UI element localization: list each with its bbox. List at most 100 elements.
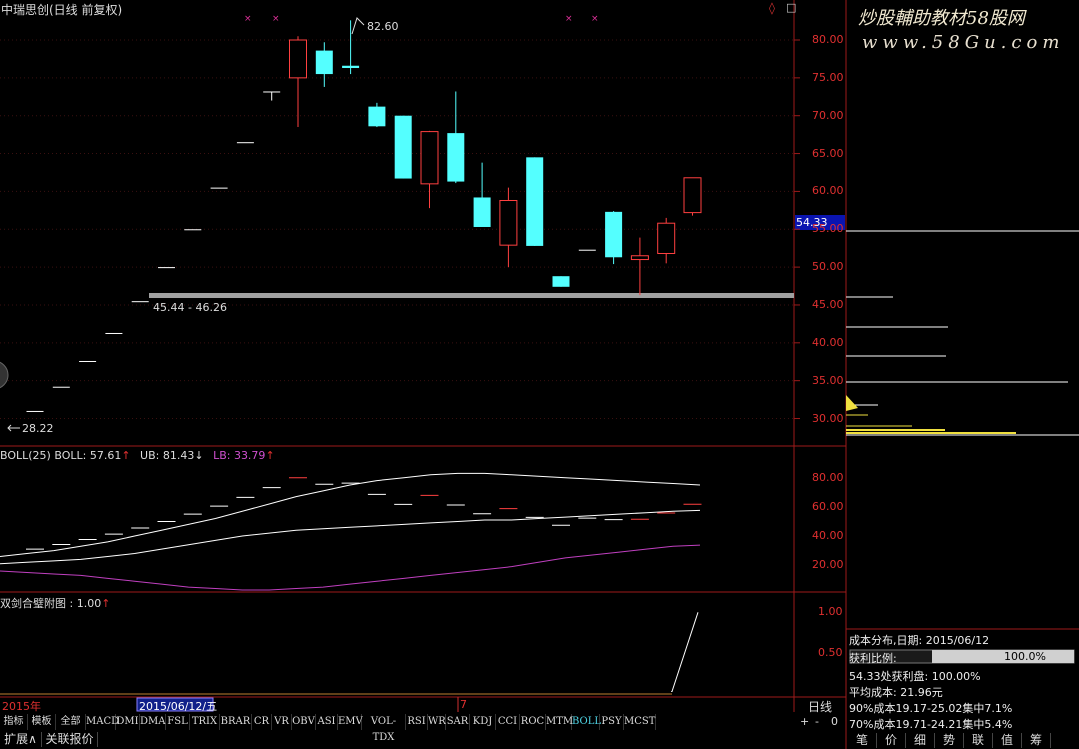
zoom-out-button[interactable]: - — [815, 715, 819, 728]
candle-body — [394, 115, 412, 179]
tab-指标[interactable]: 指标 — [0, 714, 28, 730]
expand-button[interactable]: 扩展∧ — [0, 732, 42, 747]
watermark-title: 炒股輔助教材58股网 — [858, 8, 1025, 29]
tab-mtm[interactable]: MTM — [546, 714, 573, 730]
candle-body — [131, 301, 149, 303]
tab-brar[interactable]: BRAR — [220, 714, 252, 730]
sub-title: 双剑合璧附图 : 1.00 — [0, 597, 102, 610]
cost-90: 90%成本19.17-25.02集中7.1% — [849, 702, 1013, 715]
support-range-label: 45.44 - 46.26 — [153, 301, 227, 314]
tab-模板[interactable]: 模板 — [28, 714, 56, 730]
up-arrow-icon: ↑ — [101, 597, 111, 610]
tab-cr[interactable]: CR — [252, 714, 272, 730]
right-tab-6[interactable]: 筹 — [1022, 733, 1051, 748]
candle-body — [26, 410, 44, 412]
candle-body — [630, 255, 649, 261]
low-price-label: 28.22 — [22, 422, 54, 435]
lb-value: LB: 33.79 — [213, 449, 266, 462]
indicator-tab-bar: 指标 模板 全部 MACD DMI DMA FSL TRIX BRAR CR VR OBV ASI EMV… — [0, 714, 794, 743]
cursor-date: 2015/06/12/五 — [139, 700, 218, 713]
avg-cost: 平均成本: 21.96元 — [849, 686, 943, 699]
cost-title: 成本分布,日期: 2015/06/12 — [849, 634, 990, 647]
price-tick-label: 70.00 — [812, 108, 844, 122]
candle-body — [657, 222, 676, 254]
related-quote-button[interactable]: 关联报价 — [42, 732, 98, 747]
tab-macd[interactable]: MACD — [86, 714, 119, 730]
candle-body — [683, 177, 702, 214]
tab-wr[interactable]: WR — [428, 714, 446, 730]
svg-text:×: × — [591, 14, 599, 24]
candle-body — [263, 91, 281, 93]
tab-obv[interactable]: OBV — [292, 714, 316, 730]
tab-mcst[interactable]: MCST — [624, 714, 656, 730]
tab-vol-tdx[interactable]: VOL-TDX — [362, 714, 406, 743]
support-band — [149, 293, 794, 298]
tab-boll[interactable]: BOLL — [572, 714, 601, 730]
right-tab-5[interactable]: 值 — [993, 733, 1022, 748]
candle-body — [526, 157, 544, 246]
zoom-in-button[interactable]: + — [800, 715, 809, 728]
profit-ratio-label: 获利比例: — [849, 652, 897, 665]
candle-body — [499, 199, 518, 246]
tab-dmi[interactable]: DMI — [116, 714, 140, 730]
close-icon[interactable]: □ — [786, 1, 796, 14]
tab-全部[interactable]: 全部 — [56, 714, 86, 730]
price-tick-label: 50.00 — [812, 260, 844, 274]
tab-fsl[interactable]: FSL — [166, 714, 190, 730]
candle-body — [184, 229, 202, 231]
candle-body — [342, 65, 360, 69]
price-tick-label: 75.00 — [812, 70, 844, 84]
candle-body — [289, 39, 307, 79]
scroll-knob — [0, 361, 9, 389]
tab-psy[interactable]: PSY — [600, 714, 624, 730]
period-label[interactable]: 日线 — [808, 698, 832, 715]
tab-dma[interactable]: DMA — [140, 714, 166, 730]
sub-tick-label: 1.00 — [818, 605, 843, 619]
boll-tick-label: 20.00 — [812, 558, 844, 572]
right-tab-2[interactable]: 细 — [906, 733, 935, 748]
tab-emv[interactable]: EMV — [338, 714, 363, 730]
boll-ub-line — [0, 472, 701, 557]
up-arrow-icon: ↑ — [265, 449, 275, 462]
tab-rsi[interactable]: RSI — [406, 714, 428, 730]
candle-body — [315, 50, 333, 75]
month-label: 7 — [460, 698, 467, 711]
candle-body — [447, 133, 465, 182]
window-title: 中瑞思创(日线 前复权) — [1, 3, 123, 17]
boll-value: BOLL: 57.61 — [54, 449, 122, 462]
right-tab-4[interactable]: 联 — [964, 733, 993, 748]
svg-text:×: × — [272, 14, 280, 24]
candle-body — [578, 249, 596, 251]
ub-value: UB: 81.43 — [140, 449, 195, 462]
candle-body — [158, 267, 175, 269]
warning-icon[interactable]: ◊ — [769, 1, 775, 15]
tab-cci[interactable]: CCI — [496, 714, 520, 730]
sub-legend: 双剑合璧附图 : 1.00↑ — [0, 595, 110, 611]
price-tick-label: 35.00 — [812, 373, 844, 387]
tab-asi[interactable]: ASI — [316, 714, 338, 730]
boll-legend: BOLL(25) BOLL: 57.61↑ UB: 81.43↓ LB: 33.… — [0, 449, 275, 462]
right-tab-3[interactable]: 势 — [935, 733, 964, 748]
right-tab-1[interactable]: 价 — [877, 733, 906, 748]
right-tab-0[interactable]: 笔 — [848, 733, 877, 748]
candle-body — [473, 197, 491, 227]
boll-tick-label: 40.00 — [812, 529, 844, 543]
tab-vr[interactable]: VR — [272, 714, 292, 730]
right-tab-bar: 笔价细势联值筹 — [846, 732, 1079, 749]
tab-kdj[interactable]: KDJ — [470, 714, 496, 730]
down-arrow-icon: ↓ — [194, 449, 204, 462]
cost-distribution-bars — [846, 230, 1079, 436]
candle-body — [52, 386, 70, 388]
candle-body — [105, 332, 123, 334]
cost-70: 70%成本19.71-24.21集中5.4% — [849, 718, 1013, 731]
price-tick-label: 80.00 — [812, 33, 844, 46]
boll-tick-label: 60.00 — [812, 499, 844, 513]
sub-signal-line — [671, 612, 699, 693]
svg-text:×: × — [244, 14, 252, 24]
zoom-reset-button[interactable]: 0 — [831, 715, 838, 728]
tab-roc[interactable]: ROC — [520, 714, 546, 730]
tab-trix[interactable]: TRIX — [190, 714, 220, 730]
high-price-label: 82.60 — [367, 20, 399, 33]
candle-body — [210, 187, 228, 189]
tab-sar[interactable]: SAR — [446, 714, 470, 730]
